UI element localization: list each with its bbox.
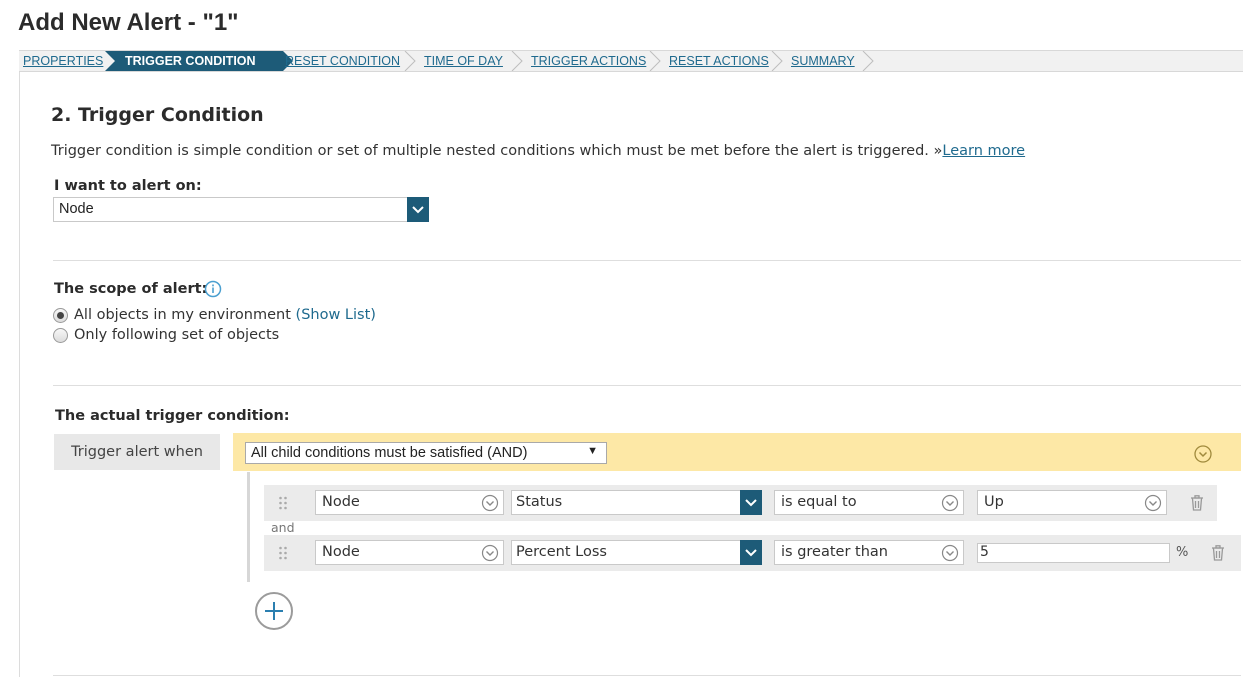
field-value: Status xyxy=(516,494,563,510)
info-icon[interactable] xyxy=(204,280,222,298)
tree-connector xyxy=(247,472,250,582)
field-select[interactable]: Status xyxy=(511,490,762,515)
step-separator xyxy=(862,51,874,71)
chevron-down-icon[interactable] xyxy=(740,540,762,565)
object-value: Node xyxy=(322,544,360,560)
divider xyxy=(53,260,1241,261)
chevron-down-icon xyxy=(1144,494,1162,512)
conjunction-label: and xyxy=(271,520,295,535)
object-select[interactable]: Node xyxy=(315,490,504,515)
scope-label: The scope of alert: xyxy=(54,281,208,297)
section-title: 2. Trigger Condition xyxy=(51,104,264,126)
divider xyxy=(53,385,1241,386)
add-condition-button[interactable] xyxy=(255,592,293,630)
step-trigger-actions[interactable]: TRIGGER ACTIONS xyxy=(531,51,646,71)
learn-more-link[interactable]: Learn more xyxy=(942,143,1025,159)
step-separator xyxy=(404,51,416,71)
step-properties[interactable]: PROPERTIES xyxy=(23,51,103,71)
operator-value: is equal to xyxy=(781,494,857,510)
trash-icon[interactable] xyxy=(1211,545,1225,561)
scope-option-label: Only following set of objects xyxy=(74,327,280,343)
operator-select[interactable]: is equal to xyxy=(774,490,964,515)
field-select[interactable]: Percent Loss xyxy=(511,540,762,565)
threshold-value: 5 xyxy=(980,544,989,560)
operator-value: is greater than xyxy=(781,544,888,560)
chevron-down-icon[interactable] xyxy=(740,490,762,515)
trigger-when-label: Trigger alert when xyxy=(54,434,220,470)
logic-value: All child conditions must be satisfied (… xyxy=(251,445,528,461)
trash-icon[interactable] xyxy=(1190,495,1204,511)
collapse-group-icon[interactable] xyxy=(1194,445,1212,463)
step-summary[interactable]: SUMMARY xyxy=(791,51,855,71)
scope-option-label: All objects in my environment xyxy=(74,307,291,323)
wizard-steps: PROPERTIES TRIGGER CONDITION RESET CONDI… xyxy=(19,50,1243,72)
radio-button[interactable] xyxy=(53,328,68,343)
content-panel xyxy=(19,72,1243,677)
value-select[interactable]: Up xyxy=(977,490,1167,515)
alert-on-label: I want to alert on: xyxy=(54,178,202,194)
trigger-label: The actual trigger condition: xyxy=(55,408,290,424)
show-list-link[interactable]: (Show List) xyxy=(296,307,376,323)
object-select[interactable]: Node xyxy=(315,540,504,565)
condition-value: Up xyxy=(984,494,1004,510)
step-trigger-condition[interactable]: TRIGGER CONDITION xyxy=(105,51,293,71)
page-title: Add New Alert - "1" xyxy=(18,9,239,36)
object-value: Node xyxy=(322,494,360,510)
description-text: Trigger condition is simple condition or… xyxy=(51,143,943,159)
alert-on-value: Node xyxy=(59,201,94,217)
chevron-down-icon xyxy=(481,544,499,562)
step-reset-condition[interactable]: RESET CONDITION xyxy=(285,51,400,71)
step-time-of-day[interactable]: TIME OF DAY xyxy=(424,51,503,71)
step-separator xyxy=(771,51,783,71)
chevron-down-icon xyxy=(481,494,499,512)
chevron-down-icon[interactable] xyxy=(407,197,429,222)
drag-handle-icon[interactable] xyxy=(278,546,288,560)
chevron-down-icon xyxy=(941,544,959,562)
operator-select[interactable]: is greater than xyxy=(774,540,964,565)
field-value: Percent Loss xyxy=(516,544,607,560)
alert-on-select[interactable]: Node xyxy=(53,197,429,222)
logic-select[interactable]: All child conditions must be satisfied (… xyxy=(245,442,607,464)
chevron-down-icon xyxy=(941,494,959,512)
drag-handle-icon[interactable] xyxy=(278,496,288,510)
step-reset-actions[interactable]: RESET ACTIONS xyxy=(669,51,769,71)
radio-button[interactable] xyxy=(53,308,68,323)
step-trigger-condition-label: TRIGGER CONDITION xyxy=(125,54,256,68)
threshold-input[interactable]: 5 xyxy=(977,543,1170,563)
step-separator xyxy=(649,51,661,71)
section-description: Trigger condition is simple condition or… xyxy=(51,143,1025,159)
step-separator xyxy=(511,51,523,71)
dropdown-arrow-icon: ▼ xyxy=(587,445,598,457)
unit-label: % xyxy=(1176,545,1189,560)
divider xyxy=(53,675,1241,676)
